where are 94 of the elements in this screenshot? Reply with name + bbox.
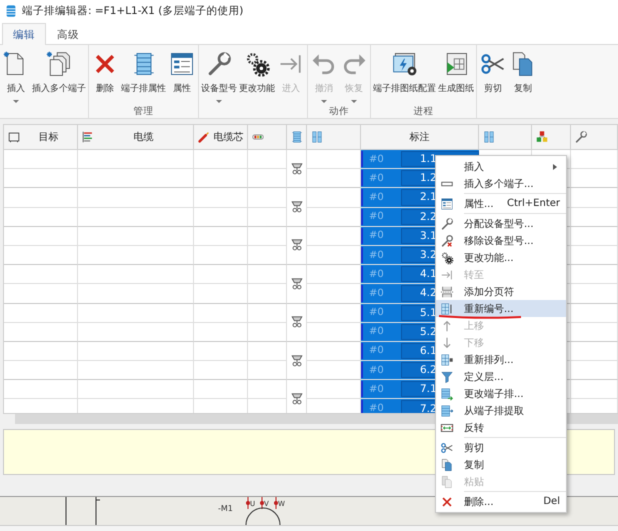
frame-icon bbox=[7, 130, 21, 144]
form-icon bbox=[168, 50, 196, 78]
table-cell bbox=[194, 265, 248, 284]
menu-item[interactable]: 反转 bbox=[436, 419, 566, 436]
sheet-gear-icon bbox=[390, 50, 418, 78]
table-cell bbox=[571, 322, 618, 342]
toolbar-button[interactable]: 更改功能 bbox=[238, 45, 276, 105]
table-cell bbox=[194, 322, 248, 342]
table-cell bbox=[194, 380, 248, 400]
table-cell bbox=[571, 265, 618, 284]
terminal-symbol-icon bbox=[290, 238, 304, 252]
table-cell bbox=[248, 188, 287, 208]
gear-icon bbox=[440, 250, 454, 264]
terminal-icon bbox=[310, 130, 324, 144]
page-break-icon bbox=[440, 284, 454, 298]
blocks-icon bbox=[535, 130, 549, 144]
cross-icon bbox=[440, 494, 454, 508]
window-title: 端子排编辑器: =F1+L1-X1 (多层端子的使用) bbox=[22, 4, 244, 18]
table-cell bbox=[571, 208, 618, 227]
copy-icon bbox=[440, 458, 454, 472]
toolbar-button[interactable]: 删除 bbox=[90, 45, 120, 105]
arrow-icon bbox=[440, 268, 454, 282]
scissors-icon bbox=[440, 440, 454, 454]
table-cell bbox=[571, 361, 618, 380]
list-icon bbox=[290, 130, 304, 144]
table-cell bbox=[248, 150, 287, 170]
group-label: 动作 bbox=[329, 106, 349, 118]
terminal-symbol-icon bbox=[290, 200, 304, 214]
table-cell bbox=[571, 284, 618, 304]
table-cell bbox=[571, 169, 618, 188]
table-cell bbox=[571, 246, 618, 266]
ribbon-tab[interactable]: 高级 bbox=[46, 24, 90, 44]
table-cell bbox=[248, 226, 287, 246]
terminal-symbol-icon bbox=[290, 392, 304, 406]
table-cell bbox=[194, 342, 248, 362]
table-cell bbox=[194, 208, 248, 227]
table-cell bbox=[194, 150, 248, 170]
renumber-icon bbox=[440, 302, 454, 316]
terminal-symbol-icon bbox=[290, 276, 304, 291]
list-arrow-icon bbox=[440, 404, 454, 418]
reorder-icon bbox=[440, 352, 454, 366]
toolbar-button[interactable]: 属性 bbox=[167, 45, 197, 105]
form-icon bbox=[440, 196, 454, 210]
toolbar-button[interactable]: 端子排图纸配置 bbox=[372, 45, 437, 105]
toolbar-button[interactable]: 插入多个端子 bbox=[31, 45, 87, 105]
table-cell bbox=[194, 246, 248, 266]
table-cell bbox=[194, 304, 248, 323]
terminal-symbol-icon bbox=[290, 354, 304, 368]
column-header[interactable]: 目标 bbox=[4, 125, 78, 149]
table-cell bbox=[194, 361, 248, 380]
toolbar-button[interactable]: 插入 bbox=[1, 45, 31, 105]
toolbar-button[interactable]: 复制 bbox=[508, 45, 538, 105]
table-cell bbox=[571, 226, 618, 246]
table-cell bbox=[248, 380, 287, 400]
table-cell bbox=[571, 188, 618, 208]
column-header[interactable]: 电缆 bbox=[78, 125, 194, 149]
wire-core-icon bbox=[197, 130, 211, 144]
cable-icon bbox=[81, 130, 95, 144]
funnel-icon bbox=[440, 370, 454, 384]
table-cell bbox=[571, 380, 618, 400]
toolbar-button[interactable]: 设备型号 bbox=[200, 45, 238, 105]
toolbar-button[interactable]: 端子排属性 bbox=[120, 45, 167, 105]
table-cell bbox=[571, 304, 618, 323]
menu-item[interactable]: 剪切 bbox=[436, 439, 566, 456]
ribbon-tab[interactable]: 编辑 bbox=[2, 23, 46, 45]
terminal-icon bbox=[482, 130, 496, 144]
documents-icon bbox=[45, 50, 73, 78]
menu-item[interactable]: 复制 bbox=[436, 456, 566, 473]
toolbar-button[interactable]: 剪切 bbox=[478, 45, 508, 105]
table-cell bbox=[571, 342, 618, 362]
table-cell bbox=[194, 226, 248, 246]
paste-icon bbox=[440, 474, 454, 488]
wrench-icon bbox=[440, 216, 454, 230]
menu-item[interactable]: 重新编号... bbox=[436, 300, 566, 317]
group-label: 管理 bbox=[134, 106, 154, 118]
menu-item[interactable]: 删除... Del bbox=[436, 493, 566, 510]
table-cell bbox=[248, 342, 287, 362]
wrench-icon bbox=[574, 130, 588, 144]
table-cell bbox=[194, 169, 248, 188]
column-header[interactable]: 电缆芯 bbox=[194, 125, 248, 149]
column-header[interactable]: 标注 bbox=[361, 125, 479, 149]
table-cell bbox=[194, 188, 248, 208]
table-cell bbox=[248, 265, 287, 284]
table-cell bbox=[248, 304, 287, 323]
terminal-symbol-icon bbox=[290, 162, 304, 176]
table-cell bbox=[194, 284, 248, 304]
menu-item[interactable]: 从端子排提取 bbox=[436, 402, 566, 419]
toolbar-button[interactable]: 生成图纸 bbox=[437, 45, 475, 105]
wrench-icon bbox=[440, 234, 454, 248]
list-arrow-icon bbox=[440, 386, 454, 400]
terminal-symbol-icon bbox=[290, 315, 304, 330]
table-cell bbox=[571, 150, 618, 170]
strip-icon bbox=[4, 4, 18, 18]
group-label: 进程 bbox=[414, 106, 434, 118]
